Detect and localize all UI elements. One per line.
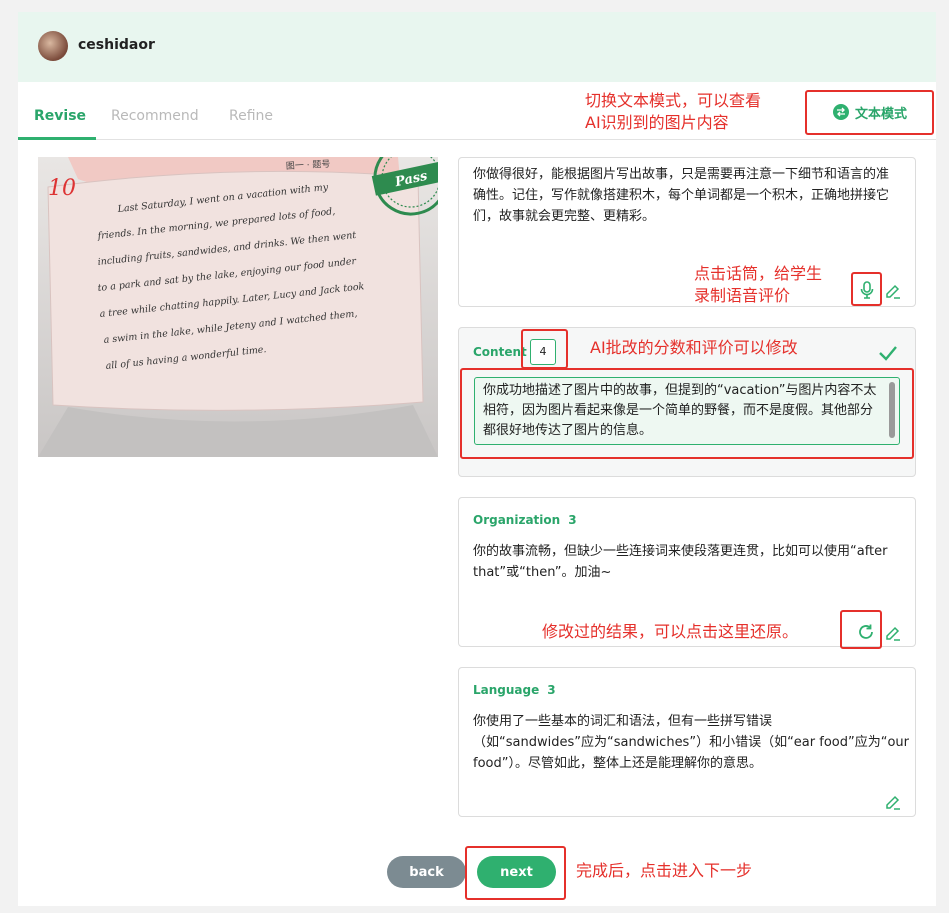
textarea-scrollbar[interactable] [889, 382, 895, 438]
organization-title: Organization 3 [473, 513, 577, 527]
active-tab-indicator [18, 137, 96, 140]
text-mode-button[interactable]: 文本模式 [811, 94, 929, 130]
tab-recommend[interactable]: Recommend [111, 108, 199, 124]
language-title: Language 3 [473, 683, 556, 697]
username: ceshidaor [78, 37, 155, 53]
language-comment: 你使用了一些基本的词汇和语法，但有一些拼写错误 （如“sandwides”应为“… [473, 711, 909, 774]
annotation-mic-line1: 点击话筒，给学生 [694, 264, 823, 283]
swap-icon [832, 104, 849, 120]
edit-icon[interactable] [882, 622, 904, 644]
language-label: Language [473, 683, 540, 697]
restore-icon[interactable] [855, 621, 877, 643]
annotation-mic-line2: 录制语音评价 [694, 286, 791, 305]
text-mode-label: 文本模式 [854, 106, 907, 122]
annotation-mode-line1: 切换文本模式，可以查看 [585, 91, 762, 110]
content-comment-textarea[interactable]: 你成功地描述了图片中的故事，但提到的“vacation”与图片内容不太相符，因为… [474, 377, 900, 445]
top-bar [18, 12, 936, 82]
microphone-icon[interactable] [856, 279, 878, 301]
annotation-score: AI批改的分数和评价可以修改 [590, 338, 798, 357]
content-label: Content [473, 345, 527, 359]
organization-label: Organization [473, 513, 561, 527]
annotation-next: 完成后，点击进入下一步 [576, 861, 753, 880]
next-button[interactable]: next [477, 856, 556, 888]
tab-revise[interactable]: Revise [34, 108, 86, 124]
edit-icon[interactable] [882, 791, 904, 813]
tab-refine[interactable]: Refine [229, 108, 273, 124]
language-score[interactable]: 3 [547, 683, 555, 697]
language-comment-line1: 你使用了一些基本的词汇和语法，但有一些拼写错误 [473, 714, 773, 729]
annotation-mode-line2: AI识别到的图片内容 [585, 113, 729, 132]
content-comment-text: 你成功地描述了图片中的故事，但提到的“vacation”与图片内容不太相符，因为… [483, 383, 877, 438]
tabs-divider [18, 139, 936, 140]
organization-comment: 你的故事流畅，但缺少一些连接词来使段落更连贯，比如可以使用“after that… [473, 544, 888, 580]
grade-mark: 10 [48, 176, 76, 201]
organization-score[interactable]: 3 [568, 513, 576, 527]
paper-header-note: 图一 · 题号 [286, 159, 331, 172]
overall-comment-text: 你做得很好，能根据图片写出故事，只是需要再注意一下细节和语言的准确性。记住，写作… [473, 167, 890, 224]
confirm-check-icon[interactable] [876, 341, 900, 365]
language-comment-line2: （如“sandwides”应为“sandwiches”）和小错误（如“ear f… [473, 735, 909, 771]
essay-photo[interactable]: 10 图一 · 题号 Last Saturday, I went on a va… [38, 157, 438, 457]
edit-icon[interactable] [882, 280, 904, 302]
content-score-input[interactable]: 4 [530, 339, 556, 365]
back-button[interactable]: back [387, 856, 466, 888]
avatar[interactable] [38, 31, 68, 61]
annotation-restore: 修改过的结果，可以点击这里还原。 [542, 622, 799, 641]
essay-photo-canvas: 10 图一 · 题号 Last Saturday, I went on a va… [38, 157, 438, 457]
